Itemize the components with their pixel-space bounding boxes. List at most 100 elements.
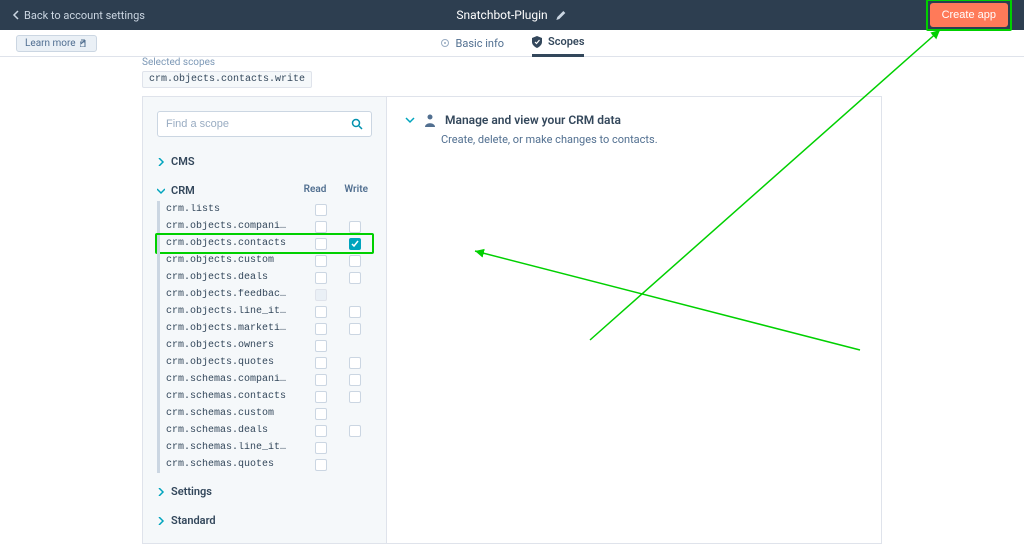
tab-scopes[interactable]: Scopes xyxy=(532,30,584,57)
category-crm-toggle[interactable]: CRM Read Write xyxy=(157,180,372,201)
chevron-right-icon xyxy=(157,158,165,166)
back-to-settings-link[interactable]: Back to account settings xyxy=(12,9,145,22)
scope-checkbox[interactable] xyxy=(315,306,327,318)
scope-row: crm.schemas.deals xyxy=(157,422,372,439)
scope-checkbox[interactable] xyxy=(349,238,361,250)
create-app-button[interactable]: Create app xyxy=(930,3,1008,27)
selected-scopes-heading: Selected scopes xyxy=(142,57,882,68)
scope-row-indent xyxy=(157,354,160,371)
scope-checkbox[interactable] xyxy=(315,238,327,250)
scope-row: crm.objects.line_it… xyxy=(157,303,372,320)
scope-checkbox[interactable] xyxy=(349,391,361,403)
scope-row-indent xyxy=(157,218,160,235)
scope-row-indent xyxy=(157,405,160,422)
scope-name: crm.schemas.quotes xyxy=(166,459,304,470)
scope-checkbox[interactable] xyxy=(315,323,327,335)
scope-name: crm.schemas.line_it… xyxy=(166,442,304,453)
tab-scopes-label: Scopes xyxy=(548,35,584,48)
scope-name: crm.objects.line_it… xyxy=(166,306,304,317)
learn-more-button[interactable]: Learn more xyxy=(16,35,97,52)
category-crm: CRM Read Write crm.lists crm.objects.comp… xyxy=(157,180,372,473)
category-settings-toggle[interactable]: Settings xyxy=(157,481,372,502)
app-title-wrap: Snatchbot-Plugin xyxy=(456,8,567,22)
create-button-highlight: Create app xyxy=(926,0,1012,31)
tab-basic-info[interactable]: Basic info xyxy=(440,30,505,57)
scope-row-indent xyxy=(157,286,160,303)
scope-checkbox[interactable] xyxy=(315,357,327,369)
scope-name: crm.objects.custom xyxy=(166,255,304,266)
scope-name: crm.objects.quotes xyxy=(166,357,304,368)
scope-row: crm.objects.feedbac… xyxy=(157,286,372,303)
scope-checkbox[interactable] xyxy=(315,442,327,454)
app-title: Snatchbot-Plugin xyxy=(456,8,547,22)
scope-row-indent xyxy=(157,201,160,218)
scope-row-indent xyxy=(157,388,160,405)
scope-detail-header: Manage and view your CRM data xyxy=(405,113,863,127)
scope-detail-panel: Manage and view your CRM data Create, de… xyxy=(387,97,881,543)
scope-row-indent xyxy=(157,320,160,337)
scope-checkbox[interactable] xyxy=(315,425,327,437)
category-standard: Standard xyxy=(157,510,372,531)
chevron-down-icon[interactable] xyxy=(405,115,415,125)
scope-checkbox[interactable] xyxy=(349,425,361,437)
external-link-icon xyxy=(80,39,88,47)
scope-name: crm.objects.feedbac… xyxy=(166,289,304,300)
scope-name: crm.schemas.custom xyxy=(166,408,304,419)
scope-checkbox[interactable] xyxy=(315,459,327,471)
category-standard-toggle[interactable]: Standard xyxy=(157,510,372,531)
scope-name: crm.schemas.compani… xyxy=(166,374,304,385)
scope-checkbox[interactable] xyxy=(349,272,361,284)
scope-checkbox[interactable] xyxy=(315,340,327,352)
tab-basic-info-label: Basic info xyxy=(456,37,505,50)
scope-row-indent xyxy=(157,371,160,388)
scope-row: crm.lists xyxy=(157,201,372,218)
scope-checkbox[interactable] xyxy=(349,255,361,267)
scope-checkbox xyxy=(315,289,327,301)
category-crm-label: CRM xyxy=(171,184,195,197)
scope-row: crm.objects.quotes xyxy=(157,354,372,371)
scope-detail-desc: Create, delete, or make changes to conta… xyxy=(441,133,863,146)
scope-checkbox[interactable] xyxy=(349,221,361,233)
scope-checkbox[interactable] xyxy=(315,255,327,267)
scope-row-indent xyxy=(157,422,160,439)
search-icon xyxy=(351,118,363,130)
chevron-down-icon xyxy=(157,187,165,195)
scope-checkbox[interactable] xyxy=(349,306,361,318)
category-cms-toggle[interactable]: CMS xyxy=(157,151,372,172)
scope-checkbox[interactable] xyxy=(315,204,327,216)
scope-checkbox[interactable] xyxy=(315,272,327,284)
pencil-icon[interactable] xyxy=(556,9,568,21)
scope-row: crm.objects.compani… xyxy=(157,218,372,235)
scope-name: crm.objects.compani… xyxy=(166,221,304,232)
scope-row-indent xyxy=(157,456,160,473)
scope-checkbox[interactable] xyxy=(315,374,327,386)
scope-name: crm.lists xyxy=(166,204,304,215)
scope-checkbox[interactable] xyxy=(315,408,327,420)
scope-checkbox[interactable] xyxy=(349,357,361,369)
scope-checkbox[interactable] xyxy=(349,323,361,335)
scopes-list-panel: CMS CRM Read Write crm.lists crm.objects.… xyxy=(143,97,387,543)
scope-checkbox[interactable] xyxy=(315,391,327,403)
gear-icon xyxy=(440,38,450,48)
col-write-label: Write xyxy=(344,184,368,195)
selected-scopes-section: Selected scopes crm.objects.contacts.wri… xyxy=(142,57,882,96)
scope-row: crm.schemas.quotes xyxy=(157,456,372,473)
scope-row: crm.objects.custom xyxy=(157,252,372,269)
category-standard-label: Standard xyxy=(171,514,216,527)
scope-name: crm.objects.marketi… xyxy=(166,323,304,334)
scope-name: crm.objects.owners xyxy=(166,340,304,351)
scope-row: crm.objects.contacts xyxy=(157,235,372,252)
scope-search[interactable] xyxy=(157,111,372,137)
person-icon xyxy=(423,113,437,127)
chevron-right-icon xyxy=(157,517,165,525)
scope-row-indent xyxy=(157,303,160,320)
category-settings-label: Settings xyxy=(171,485,212,498)
col-read-label: Read xyxy=(304,184,327,195)
scope-name: crm.objects.contacts xyxy=(166,238,304,249)
scope-row-indent xyxy=(157,337,160,354)
scope-search-input[interactable] xyxy=(166,118,351,130)
scope-row-indent xyxy=(157,235,160,252)
scope-name: crm.schemas.deals xyxy=(166,425,304,436)
scope-checkbox[interactable] xyxy=(315,221,327,233)
scope-checkbox[interactable] xyxy=(349,374,361,386)
